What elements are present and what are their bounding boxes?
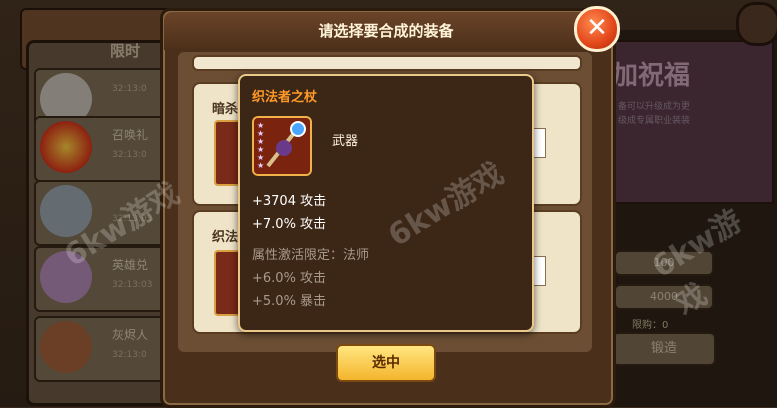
item-name: 织法者之杖 xyxy=(252,90,318,105)
stat-line: +7.0% 攻击 xyxy=(252,217,327,232)
rarity-stars: ★ ★ ★ ★ ★ ★ xyxy=(257,122,269,170)
staff-icon: ★ ★ ★ ★ ★ ★ xyxy=(252,116,312,176)
scroll-strip xyxy=(192,55,582,71)
row-label: 织法 xyxy=(212,230,239,245)
bonus-line: +6.0% 攻击 xyxy=(252,271,327,286)
bonus-line: +5.0% 暴击 xyxy=(252,294,327,309)
attribute-restriction: 属性激活限定：法师 xyxy=(252,248,370,263)
row-label: 暗杀 xyxy=(212,102,239,117)
select-button[interactable]: 选中 xyxy=(336,344,436,382)
star-icon: ★ xyxy=(257,161,265,170)
close-icon[interactable]: ✕ xyxy=(574,6,620,52)
dialog-title: 请选择要合成的装备 xyxy=(318,22,454,40)
item-type: 武器 xyxy=(332,134,359,149)
stat-line: +3704 攻击 xyxy=(252,194,327,209)
